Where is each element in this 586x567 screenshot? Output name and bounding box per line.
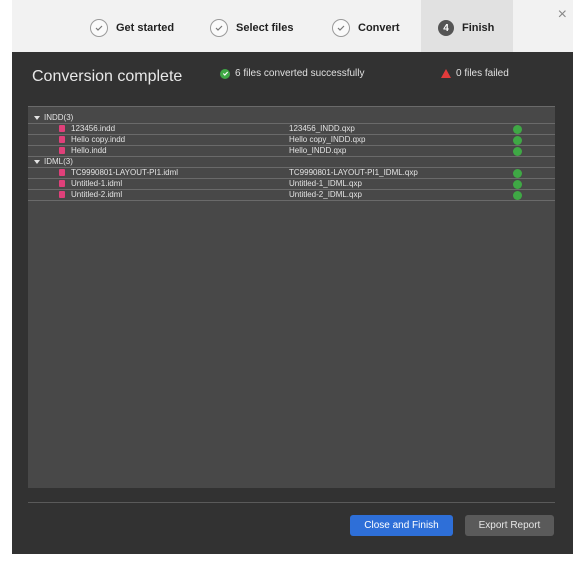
success-text: 6 files converted successfully (235, 68, 365, 79)
file-icon (59, 191, 65, 198)
source-file-name: Hello.indd (71, 146, 107, 155)
success-check-icon (513, 180, 522, 189)
file-icon (59, 136, 65, 143)
results-list: INDD(3) 123456.indd 123456_INDD.qxp Hell… (28, 106, 555, 488)
close-and-finish-button[interactable]: Close and Finish (350, 515, 453, 536)
source-file-name: Hello copy.indd (71, 135, 126, 144)
page-title: Conversion complete (32, 68, 183, 85)
success-check-icon (513, 169, 522, 178)
success-check-icon (513, 147, 522, 156)
group-row-idml[interactable]: IDML(3) (28, 157, 555, 168)
table-row[interactable]: Untitled-1.idml Untitled-1_IDML.qxp (28, 179, 555, 190)
step-convert[interactable]: Convert (332, 16, 400, 40)
step-label: Convert (358, 22, 400, 34)
check-circle-icon (332, 19, 350, 37)
output-file-name: Hello copy_INDD.qxp (289, 135, 366, 144)
step-select-files[interactable]: Select files (210, 16, 293, 40)
source-file-name: TC9990801-LAYOUT-PI1.idml (71, 168, 179, 177)
file-icon (59, 180, 65, 187)
wizard-steps: Get started Select files Convert 4 Finis… (12, 0, 573, 52)
step-label: Finish (462, 22, 495, 34)
step-label: Get started (116, 22, 175, 34)
failed-summary: 0 files failed (441, 68, 509, 79)
output-file-name: TC9990801-LAYOUT-PI1_IDML.qxp (289, 168, 418, 177)
conversion-dialog: Get started Select files Convert 4 Finis… (12, 0, 573, 554)
success-check-icon (513, 191, 522, 200)
step-label: Select files (236, 22, 294, 34)
group-row-indd[interactable]: INDD(3) (28, 113, 555, 124)
close-icon[interactable]: × (558, 6, 567, 24)
footer-divider (28, 502, 555, 503)
success-summary: 6 files converted successfully (220, 68, 365, 79)
output-file-name: 123456_INDD.qxp (289, 124, 355, 133)
group-label: INDD(3) (44, 113, 74, 122)
table-row[interactable]: TC9990801-LAYOUT-PI1.idml TC9990801-LAYO… (28, 168, 555, 179)
success-check-icon (513, 136, 522, 145)
export-report-button[interactable]: Export Report (465, 515, 554, 536)
table-row[interactable]: Hello copy.indd Hello copy_INDD.qxp (28, 135, 555, 146)
failed-text: 0 files failed (456, 68, 509, 79)
step-get-started[interactable]: Get started (90, 16, 174, 40)
source-file-name: Untitled-2.idml (71, 190, 123, 199)
step-finish[interactable]: 4 Finish (438, 16, 494, 40)
source-file-name: Untitled-1.idml (71, 179, 123, 188)
file-icon (59, 125, 65, 132)
table-row[interactable]: Hello.indd Hello_INDD.qxp (28, 146, 555, 157)
file-icon (59, 147, 65, 154)
success-check-icon (513, 125, 522, 134)
output-file-name: Hello_INDD.qxp (289, 146, 347, 155)
check-circle-icon (90, 19, 108, 37)
expand-arrow-icon[interactable] (34, 116, 40, 120)
output-file-name: Untitled-1_IDML.qxp (289, 179, 362, 188)
source-file-name: 123456.indd (71, 124, 116, 133)
step-number-badge: 4 (438, 20, 454, 36)
group-label: IDML(3) (44, 157, 73, 166)
table-row[interactable]: Untitled-2.idml Untitled-2_IDML.qxp (28, 190, 555, 201)
expand-arrow-icon[interactable] (34, 160, 40, 164)
check-circle-icon (210, 19, 228, 37)
file-icon (59, 169, 65, 176)
table-row[interactable]: 123456.indd 123456_INDD.qxp (28, 124, 555, 135)
warning-icon (441, 69, 451, 78)
success-check-icon (220, 68, 230, 79)
output-file-name: Untitled-2_IDML.qxp (289, 190, 362, 199)
